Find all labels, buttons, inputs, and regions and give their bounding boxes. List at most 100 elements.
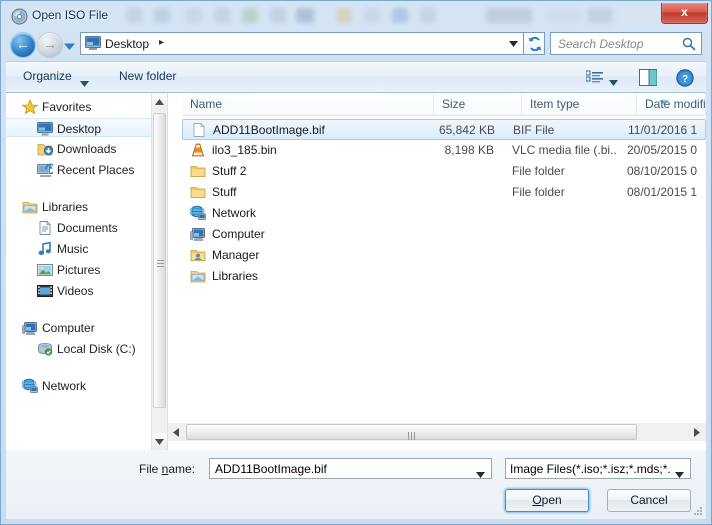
title-bar: Open ISO File x	[6, 3, 708, 28]
table-row[interactable]: Computer	[182, 224, 706, 245]
sidebar-item-videos[interactable]: Videos	[6, 281, 167, 300]
blurred-toolbar-artifact	[420, 8, 436, 23]
vlc-file-icon	[190, 142, 206, 158]
computer-icon	[190, 226, 206, 242]
sidebar-vertical-scrollbar[interactable]	[151, 93, 167, 450]
blurred-toolbar-artifact	[214, 8, 230, 23]
scroll-left-icon[interactable]	[168, 424, 184, 440]
breadcrumb-separator-icon[interactable]: ▸	[159, 37, 164, 48]
scroll-right-icon[interactable]	[689, 424, 705, 440]
open-accesskey: O	[532, 493, 542, 507]
new-folder-button[interactable]: New folder	[119, 69, 176, 83]
blurred-toolbar-artifact	[242, 8, 258, 23]
scroll-up-icon[interactable]	[152, 93, 167, 110]
column-header-item-type[interactable]: Item type	[522, 93, 637, 115]
sidebar-item-downloads[interactable]: Downloads	[6, 139, 167, 158]
table-row[interactable]: ilo3_185.bin 8,198 KB VLC media file (.bi.…	[182, 140, 706, 161]
recent-places-icon	[37, 162, 56, 178]
file-name-cell: Libraries	[212, 269, 259, 283]
organize-button[interactable]: Organize	[23, 69, 72, 83]
table-row[interactable]: Network	[182, 203, 706, 224]
caret-down-icon[interactable]	[80, 76, 89, 87]
libraries-icon	[22, 199, 38, 215]
sidebar-item-pictures[interactable]: Pictures	[6, 260, 167, 279]
table-row[interactable]: Manager	[182, 245, 706, 266]
file-list-horizontal-scrollbar[interactable]	[168, 423, 706, 441]
forward-button[interactable]: →	[37, 32, 63, 58]
close-button[interactable]: x	[661, 3, 708, 24]
file-date-cell: 08/10/2015 0	[627, 164, 698, 178]
horizontal-scrollbar-thumb[interactable]	[186, 424, 637, 440]
sidebar-item-favorites[interactable]: Favorites	[6, 97, 167, 116]
sidebar-item-network[interactable]: Network	[6, 376, 167, 395]
help-icon[interactable]: ?	[676, 69, 694, 87]
blurred-toolbar-artifact	[486, 8, 532, 23]
file-type-filter-value: Image Files(*.iso;*.isz;*.mds;*.m	[510, 462, 670, 476]
back-arrow-icon: ←	[16, 36, 30, 52]
navigation-pane: Favorites Desktop Downloads Recent Places Li…	[6, 93, 167, 450]
sidebar-item-label: Music	[57, 242, 89, 256]
sidebar-item-desktop[interactable]: Desktop	[6, 118, 167, 137]
sidebar-scrollbar-thumb[interactable]	[153, 113, 166, 408]
file-name-input[interactable]: ADD11BootImage.bif	[209, 458, 492, 479]
file-date-cell: 11/01/2016 1	[628, 123, 698, 137]
file-date-cell: 20/05/2015 0	[627, 143, 698, 157]
sidebar-item-label: Documents	[57, 221, 118, 235]
file-name-label-post: ame:	[168, 462, 196, 476]
open-iso-file-dialog: Open ISO File x ← → Desktop ▸ Search Des…	[0, 0, 712, 525]
preview-pane-icon[interactable]	[639, 69, 657, 86]
breadcrumb-desktop[interactable]: Desktop	[105, 37, 149, 51]
resize-grip-icon[interactable]	[691, 504, 703, 516]
file-type-cell: File folder	[512, 164, 565, 178]
file-type-filter-caret-down-icon[interactable]	[675, 467, 684, 478]
table-row[interactable]: ADD11BootImage.bif 65,842 KB BIF File 11/01…	[182, 119, 706, 140]
blurred-toolbar-artifact	[392, 8, 408, 23]
sidebar-item-libraries[interactable]: Libraries	[6, 197, 167, 216]
cancel-button[interactable]: Cancel	[607, 489, 691, 512]
address-dropdown-button[interactable]	[504, 32, 523, 55]
pictures-icon	[37, 262, 53, 278]
folder-icon	[190, 163, 206, 179]
view-list-icon[interactable]	[585, 70, 603, 86]
network-icon	[189, 205, 206, 221]
back-button[interactable]: ←	[10, 32, 36, 58]
table-row[interactable]: Libraries	[182, 266, 706, 287]
sidebar-item-music[interactable]: Music	[6, 239, 167, 258]
documents-icon	[37, 220, 53, 236]
column-header-size[interactable]: Size	[434, 93, 522, 115]
recent-locations-chevron-down-icon[interactable]	[64, 40, 75, 50]
refresh-button[interactable]	[523, 32, 545, 55]
search-icon[interactable]	[682, 37, 696, 51]
file-name-cell: Computer	[212, 227, 265, 241]
command-toolbar: Organize New folder ?	[6, 61, 706, 93]
sidebar-item-documents[interactable]: Documents	[6, 218, 167, 237]
desktop-icon	[85, 36, 101, 51]
search-input[interactable]: Search Desktop	[550, 32, 702, 55]
scroll-down-icon[interactable]	[152, 433, 167, 450]
file-type-filter-select[interactable]: Image Files(*.iso;*.isz;*.mds;*.m	[505, 458, 691, 479]
views-caret-down-icon[interactable]	[609, 75, 618, 86]
sidebar-item-label: Downloads	[57, 142, 117, 156]
dialog-footer: File name: ADD11BootImage.bif Image File…	[6, 450, 706, 519]
column-header-row: Name Size Item type Date modifi	[182, 93, 706, 116]
sidebar-item-label: Recent Places	[57, 163, 135, 177]
sidebar-item-local-disk-c[interactable]: Local Disk (C:)	[6, 339, 167, 358]
window-inner: Open ISO File x ← → Desktop ▸ Search Des…	[6, 3, 708, 519]
forward-arrow-icon: →	[43, 36, 57, 52]
svg-text:?: ?	[682, 74, 688, 85]
table-row[interactable]: Stuff File folder 08/01/2015 1	[182, 182, 706, 203]
address-bar[interactable]: Desktop ▸	[80, 32, 504, 55]
file-size-cell: 8,198 KB	[444, 143, 494, 157]
downloads-icon	[37, 141, 54, 157]
file-name-caret-down-icon[interactable]	[476, 467, 485, 478]
open-button[interactable]: Open	[505, 489, 589, 512]
sidebar-item-label: Videos	[57, 284, 94, 298]
column-header-name[interactable]: Name	[182, 93, 434, 115]
sidebar-item-computer[interactable]: Computer	[6, 318, 167, 337]
table-row[interactable]: Stuff 2 File folder 08/10/2015 0	[182, 161, 706, 182]
libraries-icon	[190, 268, 206, 284]
open-label-post: pen	[541, 493, 562, 507]
column-header-date-modifi[interactable]: Date modifi	[637, 93, 706, 115]
file-type-cell: File folder	[512, 185, 565, 199]
sidebar-item-recent-places[interactable]: Recent Places	[6, 160, 167, 179]
